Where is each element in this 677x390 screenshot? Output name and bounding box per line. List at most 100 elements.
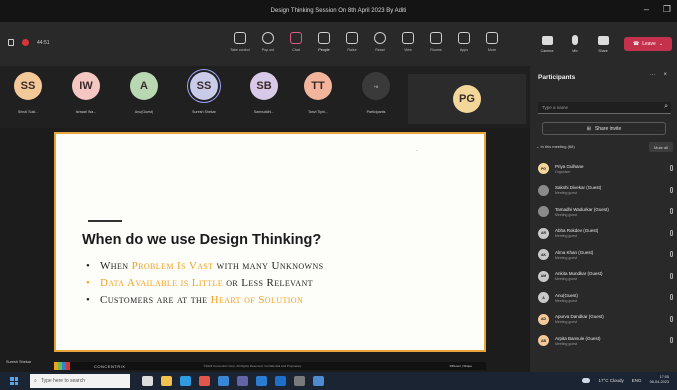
meeting-timer: 44:51 (37, 39, 50, 46)
bullet-text: with many Unknowns (213, 260, 324, 272)
highlighted-text: Data Available is Little (100, 277, 224, 289)
participant-name: Sakshi Divekar (Guest) (555, 185, 602, 191)
avatar: +6 (362, 72, 390, 100)
language-indicator[interactable]: ENG (632, 378, 642, 383)
maximize-button[interactable]: ❐ (663, 4, 671, 15)
slide-bullet: • Data Available is Little or Less Releva… (86, 275, 324, 292)
toolbar-button-people[interactable]: People (312, 28, 336, 60)
participant-info: Priya Gulhane Organiser (555, 164, 584, 174)
toolbar-button-label: Apps (459, 48, 469, 52)
taskbar-search-input[interactable]: ⌕ Type here to search (30, 374, 130, 388)
participant-row[interactable]: AB Arpita Bansule (Guest) Meeting guest (538, 330, 673, 352)
toolbar-button-raise[interactable]: Raise (340, 28, 364, 60)
participant-role: Meeting guest (555, 234, 577, 239)
teams-icon[interactable] (237, 376, 248, 386)
toolbar-button-label: More (487, 48, 497, 52)
toolbar-button-more[interactable]: More (480, 28, 504, 60)
participant-tile[interactable]: TT Tanvi Tipni... (298, 72, 338, 124)
toolbar-button-label: Pop out (261, 48, 275, 52)
apps-icon (458, 32, 470, 44)
presentation-slide: ◦ When do we use Design Thinking? • When … (54, 132, 486, 352)
windows-start-icon[interactable] (10, 377, 18, 385)
share-invite-button[interactable]: ⊞ Share invite (542, 122, 666, 135)
share-button[interactable]: Share (592, 35, 614, 53)
participant-role: Meeting guest (555, 255, 577, 260)
participant-role: Meeting guest (555, 191, 577, 196)
participant-row[interactable]: AD Apurva Dandkar (Guest) Meeting guest (538, 309, 673, 331)
participant-name: Anu(Guest) (134, 110, 154, 114)
toolbar-button-view[interactable]: View (396, 28, 420, 60)
search-icon: ⌕ (34, 378, 37, 384)
participant-row[interactable]: AR Abha Rokdev (Guest) Meeting guest (538, 223, 673, 245)
close-icon[interactable]: × (663, 72, 667, 78)
share-label: Share (598, 48, 608, 53)
edge-icon[interactable] (180, 376, 191, 386)
mic-button[interactable]: Mic (564, 35, 586, 53)
toolbar-button-chat[interactable]: Chat (284, 28, 308, 60)
minimize-button[interactable]: – (644, 4, 649, 15)
people-icon (318, 32, 330, 44)
shield-icon (8, 39, 14, 46)
in-meeting-section[interactable]: ⌄ In this meeting (68) Mute all (536, 142, 673, 154)
participant-search-input[interactable]: Type a name ⌕ (538, 102, 671, 114)
recording-icon (22, 39, 29, 46)
toolbar-button-take-control[interactable]: Take control (228, 28, 252, 60)
participant-name: Samruddhi... (253, 110, 275, 114)
chat-icon (290, 32, 302, 44)
person-add-icon: ⊞ (586, 125, 591, 132)
mail-icon[interactable] (218, 376, 229, 386)
panel-actions: ··· × (650, 72, 667, 78)
participant-role: Meeting guest (555, 277, 577, 282)
clock-date: 08-04-2023 (649, 380, 669, 384)
snip-icon[interactable] (313, 376, 324, 386)
bullet-marker: • (86, 277, 91, 289)
participant-row[interactable]: AM Ankita Mundkar (Guest) Meeting guest (538, 266, 673, 288)
slide-heading: When do we use Design Thinking? (82, 232, 322, 248)
clock[interactable]: 17:05 08-04-2023 (650, 375, 669, 385)
camera-icon (541, 35, 553, 45)
leave-label: Leave (642, 41, 656, 47)
participant-row[interactable]: Sakshi Divekar (Guest) Meeting guest (538, 180, 673, 202)
window-title: Design Thinking Session On 8th April 202… (270, 8, 407, 14)
participant-role: Meeting guest (555, 212, 577, 217)
participant-tile[interactable]: SS Shruti Suki... (8, 72, 48, 124)
participant-name: Ankita Mundkar (Guest) (555, 271, 603, 277)
store-icon[interactable] (294, 376, 305, 386)
camera-button[interactable]: Camera (536, 35, 558, 53)
microphone-icon (670, 165, 673, 171)
participant-row[interactable]: A Anu(Guest) Meeting guest (538, 287, 673, 309)
chrome-icon[interactable] (199, 376, 210, 386)
avatar: PG (453, 85, 481, 113)
participant-tile[interactable]: SS Suresh Shekar (184, 72, 224, 124)
participant-row[interactable]: PG Priya Gulhane Organiser (538, 158, 673, 180)
toolbar-button-label: Chat (292, 48, 300, 52)
toolbar-button-label: React (375, 48, 385, 52)
participant-name: Ishwari Wa... (75, 110, 97, 114)
outlook-icon[interactable] (275, 376, 286, 386)
avatar: SS (190, 72, 218, 100)
file-explorer-icon[interactable] (161, 376, 172, 386)
camera-label: Camera (540, 48, 554, 53)
toolbar-button-rooms[interactable]: Rooms (424, 28, 448, 60)
pinned-participant[interactable]: PG (408, 74, 526, 124)
mute-all-button[interactable]: Mute all (649, 142, 673, 152)
more-options-icon[interactable]: ··· (650, 72, 656, 78)
task-view-icon[interactable] (142, 376, 153, 386)
participant-strip: PG SS Shruti Suki... IW Ishwari Wa... A Anu(G… (0, 66, 530, 128)
more-participants-tile[interactable]: +6 Participants (356, 72, 396, 124)
participant-tile[interactable]: SB Samruddhi... (244, 72, 284, 124)
toolbar-button-pop-out[interactable]: Pop out (256, 28, 280, 60)
toolbar-button-react[interactable]: React (368, 28, 392, 60)
shared-content-stage: ◦ When do we use Design Thinking? • When … (0, 128, 530, 372)
panel-title: Participants (538, 74, 576, 81)
participant-name: Alma Khan (Guest) (555, 249, 594, 255)
participant-tile[interactable]: A Anu(Guest) (124, 72, 164, 124)
participant-row[interactable]: Tamadhi Wadurkar (Guest) Meeting guest (538, 201, 673, 223)
weather-text[interactable]: 17°C Cloudy (598, 378, 623, 383)
participant-info: Anu(Guest) Meeting guest (555, 293, 578, 303)
word-icon[interactable] (256, 376, 267, 386)
toolbar-button-apps[interactable]: Apps (452, 28, 476, 60)
participant-tile[interactable]: IW Ishwari Wa... (66, 72, 106, 124)
participant-row[interactable]: AK Alma Khan (Guest) Meeting guest (538, 244, 673, 266)
leave-button[interactable]: ☎ Leave ⌄ (624, 37, 672, 51)
